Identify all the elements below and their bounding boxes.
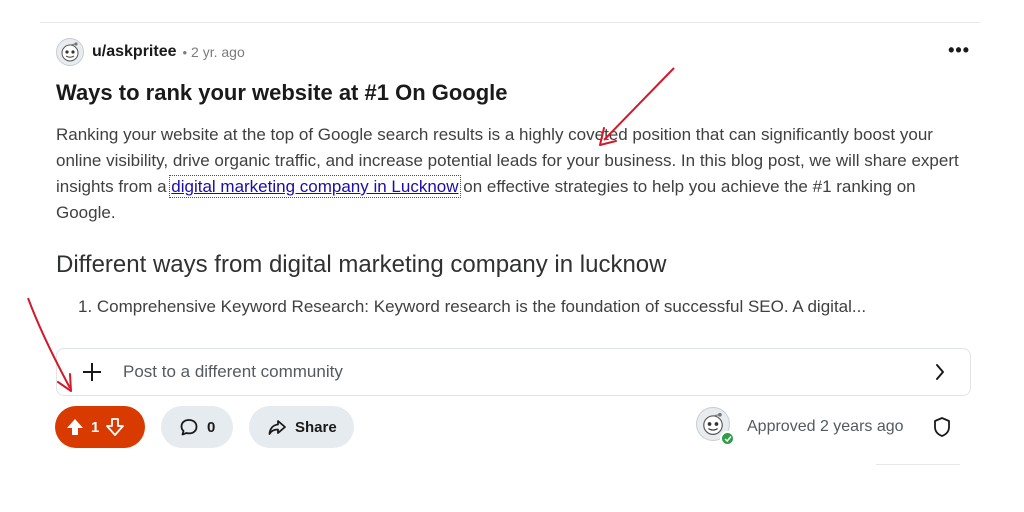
- user-avatar[interactable]: [56, 38, 84, 66]
- share-arrow-icon: [268, 420, 286, 435]
- community-label: Post to a different community: [123, 362, 343, 381]
- meta-separator: •: [182, 44, 188, 60]
- moderator-avatar: [694, 405, 736, 447]
- vote-count: 1: [91, 418, 100, 436]
- digital-marketing-link[interactable]: digital marketing company in Lucknow: [169, 175, 461, 198]
- snoo-avatar-icon: [61, 42, 79, 62]
- top-divider: [40, 22, 980, 23]
- chevron-right-icon: [936, 364, 944, 380]
- shield-icon[interactable]: [932, 416, 952, 438]
- post-title[interactable]: Ways to rank your website at #1 On Googl…: [56, 80, 508, 106]
- vote-control: 1: [55, 406, 145, 448]
- downvote-arrow-icon[interactable]: [105, 417, 125, 437]
- post-username[interactable]: u/askpritee: [92, 43, 176, 61]
- post-header: u/askpritee • 2 yr. ago •••: [56, 36, 976, 68]
- share-label: Share: [295, 418, 337, 436]
- list-item: 1. Comprehensive Keyword Research: Keywo…: [78, 297, 867, 316]
- bottom-divider: [876, 464, 960, 465]
- upvote-arrow-icon[interactable]: [65, 417, 85, 437]
- post-to-community-button[interactable]: Post to a different community: [56, 348, 971, 396]
- more-options-icon[interactable]: •••: [948, 40, 970, 61]
- check-badge-icon: [720, 431, 735, 446]
- plus-icon: [81, 361, 103, 383]
- comment-count: 0: [207, 418, 216, 436]
- share-button[interactable]: Share: [249, 406, 354, 448]
- post-timestamp: 2 yr. ago: [191, 44, 245, 60]
- post-body: Ranking your website at the top of Googl…: [56, 122, 972, 226]
- comments-button[interactable]: 0: [161, 406, 233, 448]
- section-heading: Different ways from digital marketing co…: [56, 251, 667, 278]
- comment-bubble-icon: [180, 419, 198, 436]
- approved-status: Approved 2 years ago: [747, 418, 904, 435]
